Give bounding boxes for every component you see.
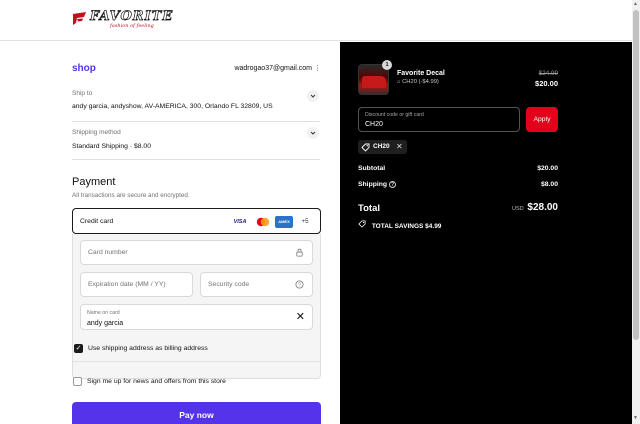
security-code-placeholder: Security code bbox=[208, 281, 250, 288]
newsletter-label: Sign me up for news and offers from this… bbox=[87, 378, 226, 385]
shipping-method-chevron-icon[interactable] bbox=[307, 127, 319, 139]
credit-card-fields: Card number Expiration date (MM / YY) Se… bbox=[72, 234, 321, 379]
savings-value: $4.99 bbox=[425, 223, 442, 230]
total-currency: USD bbox=[512, 206, 524, 212]
scroll-down-arrow-icon[interactable]: ▼ bbox=[633, 415, 638, 421]
pay-now-button[interactable]: Pay now bbox=[72, 402, 321, 424]
logo-emblem-icon bbox=[73, 12, 86, 25]
subtotal-label: Subtotal bbox=[358, 165, 386, 172]
order-summary-panel: 1 Favorite Decal ⌂ CH20 (-$4.99) $24.99 … bbox=[340, 42, 632, 424]
subtotal-value: $20.00 bbox=[537, 165, 558, 172]
final-price: $20.00 bbox=[535, 79, 558, 88]
product-name: Favorite Decal bbox=[397, 70, 445, 77]
logo-wordmark: FAVORITE bbox=[90, 9, 174, 25]
amex-icon: AMEX bbox=[275, 216, 293, 228]
divider bbox=[73, 361, 320, 362]
divider bbox=[72, 159, 320, 160]
shipping-label-text: Shipping bbox=[358, 181, 388, 188]
scroll-up-arrow-icon[interactable]: ▲ bbox=[633, 1, 638, 7]
applied-code: CH20 bbox=[373, 143, 390, 150]
mastercard-icon bbox=[255, 216, 271, 228]
svg-text:?: ? bbox=[298, 282, 301, 288]
security-code-field[interactable]: Security code ? bbox=[200, 272, 313, 297]
divider bbox=[72, 121, 320, 122]
credit-card-option[interactable]: Credit card VISA AMEX +5 bbox=[72, 208, 321, 234]
help-icon[interactable]: ? bbox=[295, 280, 304, 289]
credit-card-label: Credit card bbox=[80, 218, 114, 225]
card-brands: VISA AMEX +5 bbox=[232, 216, 318, 228]
newsletter-checkbox[interactable] bbox=[73, 377, 82, 386]
payment-subtitle: All transactions are secure and encrypte… bbox=[72, 192, 190, 199]
page-scrollbar[interactable]: ▲ ▼ bbox=[632, 0, 640, 424]
scroll-thumb[interactable] bbox=[633, 10, 639, 340]
shipping-value: $8.00 bbox=[540, 181, 558, 188]
discount-code-value: CH20 bbox=[365, 121, 383, 128]
product-discount-text: CH20 (-$4.99) bbox=[402, 79, 439, 85]
discount-code-input[interactable]: Discount code or gift card CH20 bbox=[358, 107, 520, 132]
shop-label[interactable]: shop bbox=[72, 63, 96, 74]
original-price: $24.99 bbox=[538, 70, 558, 77]
payment-title: Payment bbox=[72, 176, 116, 188]
checkout-form-panel: shop wadrogao37@gmail.com ⋮ Ship to andy… bbox=[0, 42, 340, 424]
tag-icon bbox=[358, 220, 366, 228]
logo-tagline: fashion of feeling bbox=[110, 23, 154, 29]
product-image bbox=[362, 76, 386, 88]
card-number-placeholder: Card number bbox=[88, 249, 128, 256]
product-discount: ⌂ CH20 (-$4.99) bbox=[397, 79, 439, 85]
billing-same-label: Use shipping address as billing address bbox=[88, 345, 208, 352]
ship-to-address: andy garcia, andyshow, AV-AMERICA, 300, … bbox=[72, 103, 273, 110]
shipping-label: Shipping? bbox=[358, 181, 397, 188]
remove-discount-icon[interactable]: ✕ bbox=[396, 141, 403, 152]
ship-to-label: Ship to bbox=[72, 90, 93, 97]
info-icon[interactable]: ? bbox=[389, 181, 397, 188]
account-email: wadrogao37@gmail.com bbox=[234, 65, 312, 72]
tag-icon bbox=[361, 143, 370, 152]
ship-to-chevron-icon[interactable] bbox=[307, 90, 319, 102]
total-label: Total bbox=[358, 203, 380, 214]
name-on-card-field[interactable]: Name on card andy garcia ✕ bbox=[80, 304, 313, 330]
quantity-badge: 1 bbox=[382, 60, 392, 70]
shipping-method-value: Standard Shipping · $8.00 bbox=[72, 143, 151, 150]
kebab-icon[interactable]: ⋮ bbox=[314, 65, 321, 74]
expiration-placeholder: Expiration date (MM / YY) bbox=[88, 281, 166, 288]
savings-label: TOTAL SAVINGS bbox=[371, 223, 424, 230]
discount-code-label: Discount code or gift card bbox=[365, 112, 424, 118]
store-logo[interactable]: FAVORITE fashion of feeling bbox=[72, 8, 176, 32]
apply-button[interactable]: Apply bbox=[526, 107, 558, 132]
total-savings: TOTAL SAVINGS $4.99 bbox=[358, 220, 441, 230]
total-value: $28.00 bbox=[527, 202, 558, 213]
billing-same-checkbox[interactable]: ✓ bbox=[74, 344, 83, 353]
more-cards-count: +5 bbox=[301, 219, 309, 225]
card-number-field[interactable]: Card number bbox=[80, 240, 313, 265]
lock-icon bbox=[296, 248, 303, 257]
name-on-card-value: andy garcia bbox=[87, 320, 124, 327]
page-header: FAVORITE fashion of feeling bbox=[0, 0, 632, 41]
applied-discount-chip: CH20 ✕ bbox=[358, 140, 407, 154]
clear-icon[interactable]: ✕ bbox=[296, 312, 305, 323]
name-on-card-label: Name on card bbox=[87, 310, 120, 316]
expiration-date-field[interactable]: Expiration date (MM / YY) bbox=[80, 272, 193, 297]
shipping-method-label: Shipping method bbox=[72, 129, 121, 136]
visa-icon: VISA bbox=[233, 219, 247, 225]
